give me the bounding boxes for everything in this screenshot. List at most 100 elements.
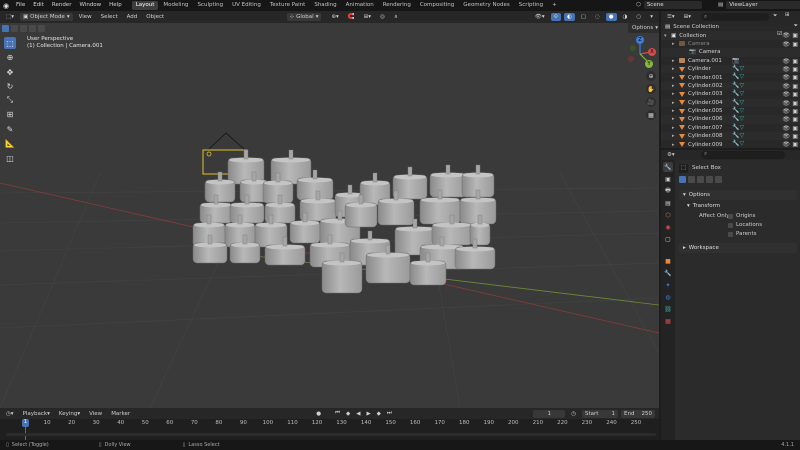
render-visibility-icon[interactable]: ▣ [792,32,798,39]
next-key-icon[interactable]: ◆ [374,410,384,418]
tab-layout[interactable]: Layout [131,1,159,10]
wireframe-shading-icon[interactable]: ◌ [592,13,603,21]
chevron-right-icon[interactable]: ▸ [672,108,675,114]
timeline[interactable]: 1102030405060708090100110120130140150160… [0,419,659,440]
menu-playback[interactable]: Playback ▾ [20,410,53,418]
gizmo-toggle-icon[interactable]: ⟐ [550,13,561,21]
chevron-right-icon[interactable]: ▸ [672,58,675,64]
chevron-right-icon[interactable]: ▾ [664,33,667,39]
measure-icon[interactable]: 📐 [4,137,16,149]
outliner-row[interactable]: 📷 Camera [661,48,800,57]
mode-subtract-icon[interactable] [697,176,704,183]
outliner-row[interactable]: ▸ Cylinder.005 🔧▽ 👁 ▣ [661,107,800,115]
shading-options-icon[interactable]: ▾ [647,13,656,21]
outliner-row[interactable]: ▸ Cylinder.006 🔧▽ 👁 ▣ [661,115,800,124]
new-collection-icon[interactable]: ⊞ [785,12,790,18]
menu-help[interactable]: Help [105,0,126,11]
parents-checkbox[interactable]: Parents [728,231,756,237]
chevron-right-icon[interactable]: ▸ [672,133,675,139]
eye-icon[interactable]: 👁 [782,41,790,48]
chevron-right-icon[interactable]: ▸ [672,142,675,148]
camera-view-icon[interactable]: 🎥 [646,97,656,107]
select-intersect-icon[interactable] [38,24,45,32]
gizmo-neg-x-icon[interactable] [628,56,634,62]
eye-icon[interactable]: 👁 [782,116,790,123]
add-workspace-button[interactable]: + [548,1,561,10]
outliner-row[interactable]: ▸ Cylinder 🔧▽ 👁 ▣ [661,64,800,74]
tab-view-layer-icon[interactable]: ▤ [663,198,673,208]
chevron-right-icon[interactable]: ▸ [672,116,675,122]
outliner-editor-type-icon[interactable]: ☰▾ [664,13,678,21]
options-panel-header[interactable]: ▾ Options [679,190,797,200]
tab-animation[interactable]: Animation [342,1,378,10]
outliner-row[interactable]: ▸ Cylinder.008 🔧▽ 👁 ▣ [661,132,800,141]
chevron-right-icon[interactable]: ▸ [672,91,675,97]
menu-keying[interactable]: Keying ▾ [56,410,83,418]
menu-select[interactable]: Select [98,13,121,21]
eye-icon[interactable]: 👁 [782,100,790,107]
gizmo-neg-y-icon[interactable] [630,45,636,51]
view-layer-selector[interactable]: ViewLayer [726,1,800,9]
tab-constraints-icon[interactable]: ⛓ [663,304,673,314]
overlay-toggle-icon[interactable]: ◐ [563,13,575,21]
transform-panel-header[interactable]: ▾ Transform [679,201,797,211]
render-visibility-icon[interactable]: ▣ [792,100,798,107]
playhead[interactable]: 1 [22,419,29,427]
gizmo-y-icon[interactable]: Y [645,60,653,68]
modifier-icon[interactable]: 🔧▽ [732,90,744,97]
current-frame-field[interactable]: 1 [533,409,566,418]
chevron-right-icon[interactable]: ▸ [672,125,675,131]
eye-icon[interactable]: 👁 [782,91,790,98]
select-invert-icon[interactable] [29,24,36,32]
menu-file[interactable]: File [12,0,29,11]
solid-shading-icon[interactable]: ● [605,13,617,21]
snap-icon[interactable]: 🧲 [345,13,358,21]
modifier-icon[interactable]: 🔧▽ [732,73,744,80]
outliner-row[interactable]: ▸ Cylinder.009 🔧▽ 👁 ▣ [661,140,800,148]
visibility-icon[interactable]: 👁▾ [532,13,548,21]
tab-physics-icon[interactable]: ◍ [663,292,673,302]
mode-intersect-icon[interactable] [715,176,722,183]
camera-data-icon[interactable]: 📷 [732,57,739,64]
annotate-icon[interactable]: ✎ [4,123,16,135]
zoom-icon[interactable]: ⊕ [646,71,656,81]
filter-icon[interactable]: ⏷ [773,13,777,20]
tab-render-icon[interactable]: ▣ [663,174,673,184]
start-frame-field[interactable]: Start 1 [582,409,618,418]
prev-key-icon[interactable]: ◆ [343,410,353,418]
outliner-row[interactable]: ▸ Cylinder.002 🔧▽ 👁 ▣ [661,81,800,91]
play-reverse-icon[interactable]: ◀ [353,410,363,418]
mode-invert-icon[interactable] [706,176,713,183]
outliner-row[interactable]: ▸ Cylinder.004 🔧▽ 👁 ▣ [661,98,800,107]
render-visibility-icon[interactable]: ▣ [792,74,798,81]
tab-uv-editing[interactable]: UV Editing [228,1,265,10]
outliner-row[interactable]: ▸ Camera.001 📷 👁 ▣ [661,57,800,65]
rotate-icon[interactable]: ↻ [4,80,16,92]
eye-icon[interactable]: 👁 [782,74,790,81]
select-extend-icon[interactable] [11,24,18,32]
proportional-edit-icon[interactable]: ◎ [377,13,388,21]
eye-icon[interactable]: 👁 [782,108,790,115]
preview-range-icon[interactable]: ◷ [568,410,579,418]
workspace-panel-header[interactable]: ▸ Workspace [679,243,797,253]
mode-extend-icon[interactable] [688,176,695,183]
menu-edit[interactable]: Edit [29,0,48,11]
move-icon[interactable]: ✥ [4,66,16,78]
cursor-icon[interactable]: ⊕ [4,51,16,63]
chevron-right-icon[interactable]: ▸ [672,41,675,47]
mode-dropdown[interactable]: ▣ Object Mode ▾ [19,13,73,21]
render-visibility-icon[interactable]: ▣ [792,133,798,140]
render-visibility-icon[interactable]: ▣ [792,41,798,48]
modifier-icon[interactable]: 🔧▽ [732,65,744,72]
eye-icon[interactable]: 👁 [782,83,790,90]
3d-viewport[interactable]: Options ▾ User Perspective (1) Collectio… [0,23,659,408]
modifier-icon[interactable]: 🔧▽ [732,132,744,139]
tab-modifiers-icon[interactable]: 🔧 [663,268,673,278]
material-shading-icon[interactable]: ◑ [620,13,631,21]
render-visibility-icon[interactable]: ▣ [792,83,798,90]
falloff-icon[interactable]: ∧ [391,13,401,21]
snap-target-icon[interactable]: ⊞▾ [361,13,374,21]
select-new-icon[interactable] [2,24,9,32]
eye-icon[interactable]: 👁 [782,66,790,73]
outliner-search-input[interactable]: ⌕ [701,13,769,21]
